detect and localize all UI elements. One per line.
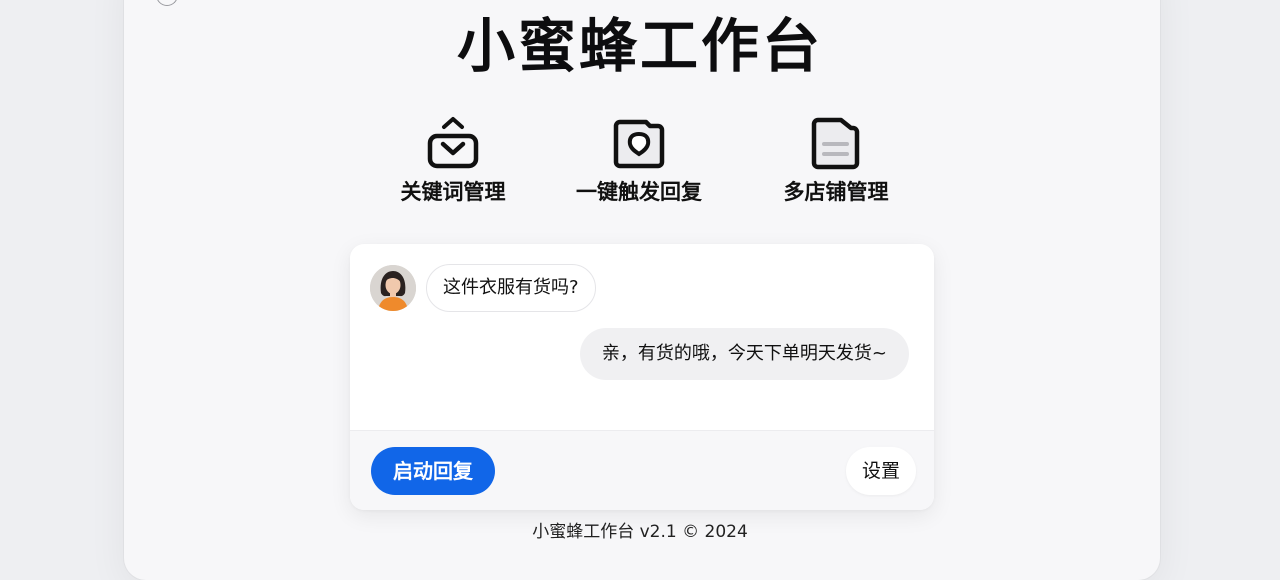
feature-label: 多店铺管理 [783, 180, 889, 204]
outgoing-message-bubble: 亲，有货的哦，今天下单明天发货~ [579, 328, 909, 380]
feature-label: 一键触发回复 [576, 180, 702, 204]
feature-multi-store-management[interactable]: 多店铺管理 [746, 116, 926, 212]
customer-avatar [370, 265, 416, 311]
feature-label: 关键词管理 [400, 180, 506, 204]
folder-document-icon [811, 117, 860, 170]
feature-one-click-reply[interactable]: 一键触发回复 [549, 116, 729, 212]
page-title: 小蜜蜂工作台 [456, 12, 823, 80]
camera-icon [613, 119, 665, 169]
inbox-tray-icon [427, 117, 479, 169]
settings-button[interactable]: 设置 [846, 447, 916, 495]
start-reply-button[interactable]: 启动回复 [371, 447, 495, 495]
incoming-message-bubble: 这件衣服有货吗? [426, 264, 596, 312]
card-action-bar: 启动回复 设置 [350, 430, 934, 510]
feature-list: 关键词管理 一键触发回复 多店铺管理 [0, 116, 1280, 212]
customer-avatar-image [370, 265, 416, 311]
feature-keyword-management[interactable]: 关键词管理 [363, 116, 543, 212]
chat-preview-card: 这件衣服有货吗? 亲，有货的哦，今天下单明天发货~ 启动回复 设置 [350, 244, 934, 510]
version-footer: 小蜜蜂工作台 v2.1 © 2024 [532, 522, 748, 542]
